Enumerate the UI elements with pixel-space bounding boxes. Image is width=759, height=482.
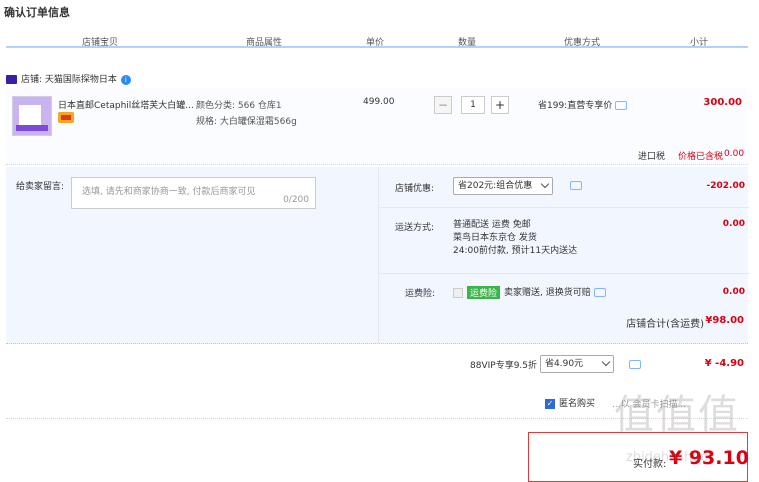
unit-price: 499.00	[363, 97, 395, 107]
watermark: 值值值 zhidehnshuo	[612, 376, 752, 471]
promotion-text: 省199:直营专享价	[538, 101, 613, 111]
chevron-down-icon	[601, 357, 611, 367]
store-total-value: ¥98.00	[705, 315, 744, 326]
order-options-panel: 给卖家留言: 选填, 请先和商家协商一致, 付款后商家可见 0/200 店铺优惠…	[6, 167, 749, 344]
shipping-eta: 24:00前付款, 预计11天内送达	[453, 246, 578, 256]
insurance-badge: 运费险	[467, 286, 501, 299]
insurance-option: 运费险 卖家赠送, 退换货可赔	[453, 285, 606, 299]
seller-message-input[interactable]: 选填, 请先和商家协商一致, 付款后商家可见 0/200	[71, 177, 316, 209]
anonymous-label[interactable]: 匿名购买	[559, 399, 595, 409]
item-promotion: 省199:直营专享价	[538, 98, 628, 111]
anonymous-purchase: ✓ 匿名购买	[545, 396, 595, 409]
insurance-label: 运费险:	[405, 289, 436, 299]
insurance-text: 卖家赠送, 退换货可赔	[504, 288, 591, 298]
store-discount-value: -202.00	[706, 181, 745, 191]
seller-message-label: 给卖家留言:	[16, 182, 65, 192]
shipping-row: 运送方式: 普通配送 运费 免邮 菜鸟日本东京仓 发货 24:00前付款, 预计…	[379, 207, 749, 274]
chevron-down-icon	[540, 179, 550, 189]
chat-bubble-icon[interactable]	[593, 288, 606, 297]
product-tag-icon	[58, 112, 74, 123]
page-title: 确认订单信息	[4, 6, 70, 19]
decrease-quantity-button[interactable]: −	[434, 96, 452, 114]
anonymous-checkbox[interactable]: ✓	[545, 398, 555, 409]
vip-discount-label: 88VIP专享9.5折	[470, 361, 538, 371]
watermark-text: zhidehnshuo	[626, 450, 709, 465]
insurance-value: 0.00	[722, 287, 745, 297]
store-discount-select[interactable]: 省202元:组合优惠	[453, 177, 553, 195]
store-discount-selected: 省202元:组合优惠	[458, 181, 533, 191]
product-thumbnail[interactable]	[12, 96, 52, 136]
chat-bubble-icon[interactable]	[615, 101, 628, 110]
vip-discount-value: ¥ -4.90	[704, 358, 744, 369]
shop-info-icon[interactable]: i	[120, 74, 131, 85]
insurance-row: 运费险: 运费险 卖家赠送, 退换货可赔 0.00	[379, 273, 749, 307]
watermark-logo: 值值值	[614, 392, 740, 438]
store-total-label: 店铺合计(含运费)	[626, 319, 704, 330]
increase-quantity-button[interactable]: +	[491, 96, 509, 114]
import-tax-label: 进口税	[638, 152, 666, 162]
quantity-input[interactable]: 1	[461, 96, 485, 114]
shop-name[interactable]: 店铺: 天猫国际探物日本	[21, 75, 117, 85]
vip-discount-select[interactable]: 省4.90元	[540, 355, 614, 373]
shipping-label: 运送方式:	[395, 223, 435, 233]
tmall-global-icon	[6, 75, 17, 84]
item-subtotal: 300.00	[703, 97, 742, 108]
shipping-value: 0.00	[722, 219, 745, 229]
shipping-method: 普通配送 运费 免邮	[453, 220, 531, 230]
import-tax-value: 0.00	[724, 149, 745, 159]
shop-row: 店铺: 天猫国际探物日本 i	[6, 72, 131, 85]
seller-message-placeholder: 选填, 请先和商家协商一致, 付款后商家可见	[82, 187, 256, 197]
message-char-counter: 0/200	[283, 195, 309, 205]
store-discount-row: 店铺优惠: 省202元:组合优惠 -202.00	[379, 167, 749, 208]
insurance-checkbox[interactable]	[453, 287, 463, 298]
header-divider	[6, 46, 748, 48]
product-spec-attr: 规格: 大白罐保湿霜566g	[196, 117, 297, 127]
tax-included-note: 价格已含税	[678, 152, 724, 162]
column-header: 店铺宝贝 商品属性 单价 数量 优惠方式 小计	[6, 32, 748, 48]
product-color-attr: 颜色分类: 566 仓库1	[196, 101, 282, 111]
chat-bubble-icon[interactable]	[629, 360, 641, 369]
vip-discount-selected: 省4.90元	[545, 359, 584, 369]
chat-bubble-icon[interactable]	[570, 181, 582, 190]
store-discount-label: 店铺优惠:	[395, 184, 435, 194]
product-name[interactable]: 日本直邮Cetaphil丝塔芙大白罐...	[58, 98, 198, 111]
order-item: 日本直邮Cetaphil丝塔芙大白罐... 颜色分类: 566 仓库1 规格: …	[6, 88, 748, 165]
shipping-warehouse: 菜鸟日本东京仓 发货	[453, 233, 537, 243]
